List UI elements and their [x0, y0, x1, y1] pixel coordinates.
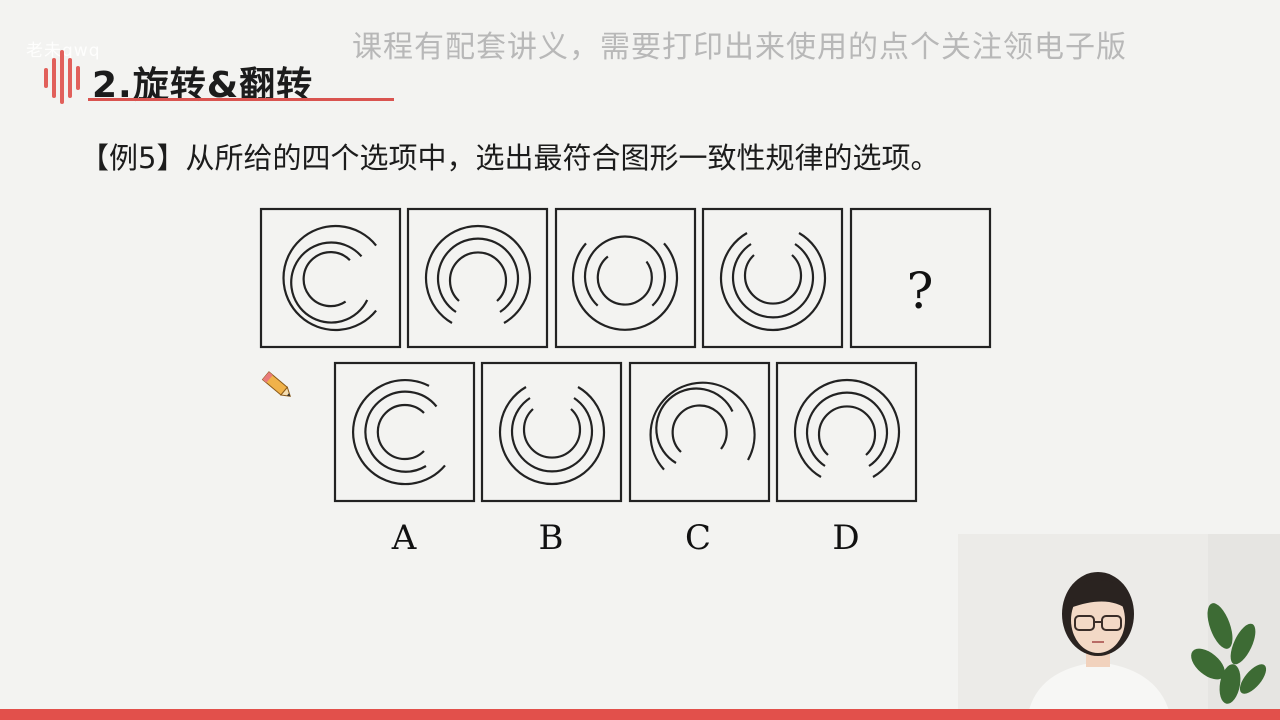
- optD-arc-inner: [817, 405, 877, 456]
- bottom-accent-bar: [0, 709, 1280, 720]
- optB-arc-inner: [522, 408, 582, 459]
- option-label-a: A: [391, 518, 417, 558]
- pencil-icon: [261, 371, 291, 397]
- optC-arc-mid: [655, 387, 734, 464]
- optA-arc-inner: [376, 403, 425, 461]
- sequence-box-1: [259, 207, 402, 349]
- box2-arc-outer: [424, 224, 532, 324]
- option-box-b: [480, 361, 623, 503]
- box4-arc-outer: [719, 232, 827, 332]
- optD-arc-outer: [793, 378, 901, 478]
- option-box-a: [333, 361, 476, 503]
- sequence-box-2: [406, 207, 549, 349]
- optC-arc-inner: [671, 404, 728, 453]
- option-label-b: B: [539, 518, 564, 558]
- presenter-video: [958, 534, 1280, 714]
- optB-arc-outer: [498, 386, 606, 486]
- box2-arc-inner: [448, 251, 508, 302]
- box4-arc-inner: [743, 254, 803, 305]
- sequence-box-3: [554, 207, 697, 349]
- box3-arc-mid: [583, 235, 667, 307]
- box3-arc-outer: [571, 242, 679, 331]
- option-label-d: D: [832, 518, 859, 558]
- box1-arc-inner: [302, 251, 351, 308]
- sequence-box-4: [701, 207, 844, 349]
- option-box-d: [775, 361, 918, 503]
- presenter-illustration: [958, 534, 1280, 714]
- optC-arc-outer: [649, 381, 756, 471]
- question-mark: ?: [907, 262, 934, 320]
- optA-arc-outer: [352, 378, 446, 486]
- option-label-c: C: [685, 518, 711, 558]
- box3-arc-inner: [596, 255, 653, 306]
- box1-arc-mid: [290, 241, 369, 324]
